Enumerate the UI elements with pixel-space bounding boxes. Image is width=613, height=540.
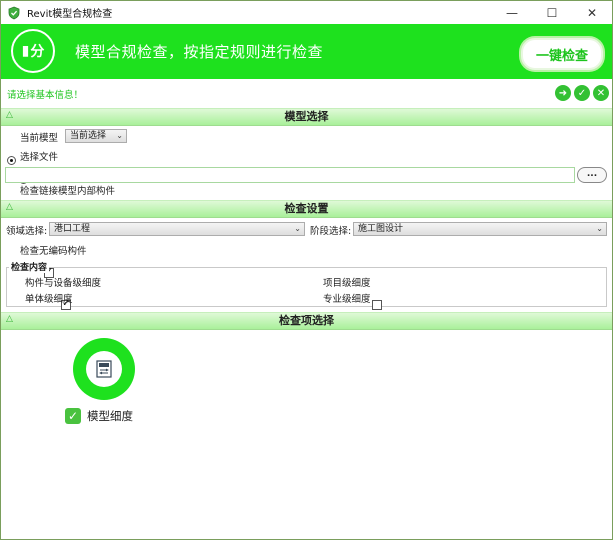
content-label-unit: 单体级细度 [25, 294, 73, 305]
content-label-project: 项目级细度 [323, 278, 371, 289]
shield-icon [8, 6, 20, 19]
next-icon[interactable]: ➜ [555, 85, 571, 101]
app-window: Revit模型合规检查 — ☐ ✕ ▮ 分 模型合规检查，按指定规则进行检查 一键… [0, 0, 613, 540]
logo-text: 分 [30, 44, 45, 60]
chevron-down-icon: ⌄ [596, 224, 603, 233]
stage-select[interactable]: 施工图设计 ⌄ [353, 222, 607, 236]
section-header-settings[interactable]: △ 检查设置 [1, 200, 612, 218]
stage-label: 阶段选择: [310, 226, 352, 237]
check-linked-label: 检查链接模型内部构件 [20, 186, 116, 197]
tile-label: 模型细度 [87, 409, 133, 423]
cancel-icon[interactable]: ✕ [593, 85, 609, 101]
section-header-items[interactable]: △ 检查项选择 [1, 312, 612, 330]
check-content-title: 检查内容 [9, 260, 50, 273]
one-key-check-button[interactable]: 一键检查 [521, 38, 603, 70]
logo-icon: ▮ 分 [11, 29, 55, 73]
title-bar: Revit模型合规检查 — ☐ ✕ [1, 1, 612, 24]
stage-value: 施工图设计 [358, 224, 404, 234]
chevron-down-icon: ⌄ [294, 224, 301, 233]
maximize-button[interactable]: ☐ [532, 1, 572, 24]
browse-button[interactable]: ... [577, 167, 607, 183]
close-button[interactable]: ✕ [572, 1, 612, 24]
current-model-select[interactable]: 当前选择 ⌄ [65, 129, 127, 143]
current-model-label: 当前模型 [20, 133, 59, 144]
confirm-icon[interactable]: ✓ [574, 85, 590, 101]
section-title: 检查项选择 [279, 314, 334, 327]
tile-checkbox[interactable]: ✓ [65, 408, 81, 424]
document-icon [96, 360, 112, 378]
content-label-discipline: 专业级细度 [323, 294, 371, 305]
content-checkbox-project[interactable] [372, 300, 383, 310]
banner-title: 模型合规检查，按指定规则进行检查 [75, 43, 324, 61]
section-title: 检查设置 [284, 202, 329, 215]
current-model-radio[interactable] [7, 156, 16, 165]
file-path-input[interactable] [5, 167, 575, 183]
section-header-model[interactable]: △ 模型选择 [1, 108, 612, 126]
content-label-component: 构件与设备级细度 [25, 278, 102, 289]
info-bar: 请选择基本信息！ ➜ ✓ ✕ [1, 81, 612, 105]
check-uncoded-label: 检查无编码构件 [20, 246, 87, 257]
model-detail-tile[interactable] [73, 338, 135, 400]
header-banner: ▮ 分 模型合规检查，按指定规则进行检查 一键检查 [1, 24, 612, 79]
minimize-button[interactable]: — [492, 1, 532, 24]
domain-value: 港口工程 [54, 224, 91, 234]
domain-label: 领域选择: [6, 226, 48, 237]
section-title: 模型选择 [284, 110, 329, 123]
domain-select[interactable]: 港口工程 ⌄ [49, 222, 305, 236]
chevron-down-icon: ⌄ [116, 131, 123, 140]
info-message: 请选择基本信息！ [7, 90, 84, 101]
tile-inner [86, 351, 122, 387]
current-model-value: 当前选择 [70, 131, 107, 141]
select-file-label: 选择文件 [20, 152, 59, 163]
window-title: Revit模型合规检查 [27, 9, 113, 20]
